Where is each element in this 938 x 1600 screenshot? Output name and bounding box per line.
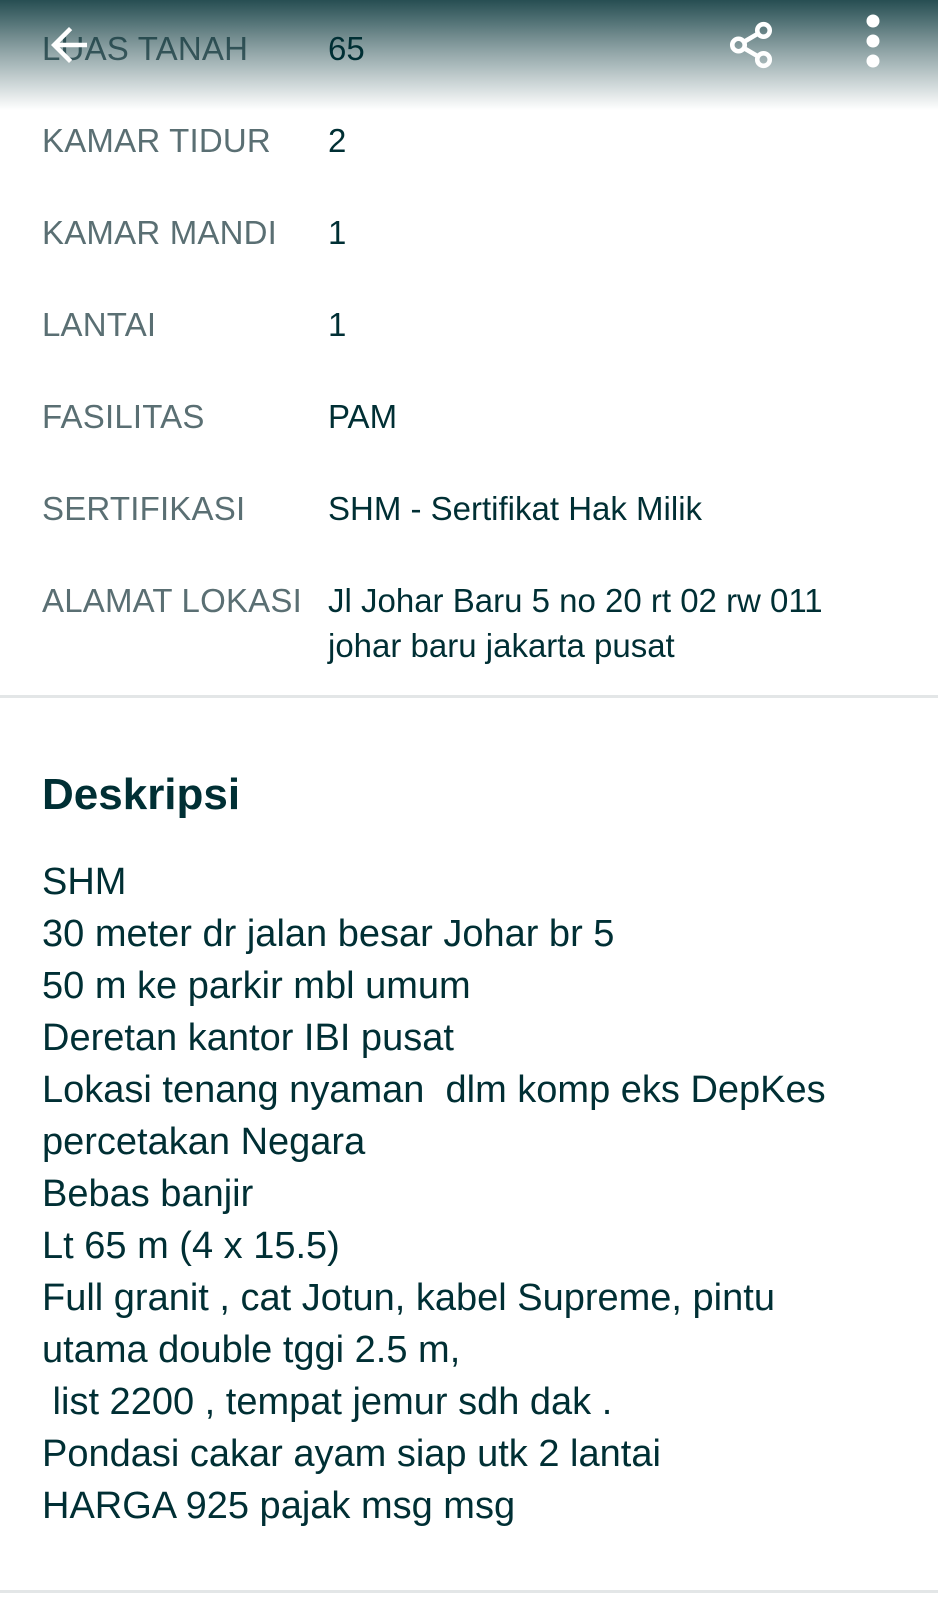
- description-title: Deskripsi: [42, 770, 241, 819]
- arrow-left-icon: [51, 27, 87, 63]
- detail-value: 1: [328, 306, 347, 343]
- description-line: 50 m ke parkir mbl umum: [42, 965, 471, 1007]
- detail-value: SHM - Sertifikat Hak Milik: [328, 490, 703, 527]
- description-line: 30 meter dr jalan besar Johar br 5: [42, 913, 615, 955]
- detail-label: FASILITAS: [42, 398, 205, 435]
- description-body: SHM 30 meter dr jalan besar Johar br 5 5…: [42, 856, 912, 1532]
- description-line: Full granit , cat Jotun, kabel Supreme, …: [42, 1277, 775, 1319]
- detail-label: LANTAI: [42, 306, 157, 343]
- share-button[interactable]: [716, 10, 786, 80]
- more-options-button[interactable]: [838, 6, 908, 76]
- detail-label: ALAMAT LOKASI: [42, 582, 302, 619]
- detail-value: 65: [328, 30, 365, 67]
- share-icon: [729, 21, 773, 69]
- detail-label: KAMAR MANDI: [42, 214, 278, 251]
- description-line: HARGA 925 pajak msg msg: [42, 1485, 516, 1527]
- bottom-divider: [0, 1590, 938, 1593]
- detail-value: PAM: [328, 398, 398, 435]
- detail-value: 1: [328, 214, 347, 251]
- detail-label: KAMAR TIDUR: [42, 122, 271, 159]
- detail-label: SERTIFIKASI: [42, 490, 246, 527]
- description-line: list 2200 , tempat jemur sdh dak .: [42, 1381, 613, 1423]
- section-divider: [0, 695, 938, 698]
- description-line: Pondasi cakar ayam siap utk 2 lantai: [42, 1433, 661, 1475]
- description-line: Bebas banjir: [42, 1173, 254, 1215]
- description-line: Lokasi tenang nyaman dlm komp eks DepKes: [42, 1069, 826, 1111]
- description-line: percetakan Negara: [42, 1121, 366, 1163]
- detail-value: 2: [328, 122, 347, 159]
- description-line: Deretan kantor IBI pusat: [42, 1017, 454, 1059]
- description-line: utama double tggi 2.5 m,: [42, 1329, 461, 1371]
- detail-value: Jl Johar Baru 5 no 20 rt 02 rw 011 johar…: [328, 582, 823, 664]
- description-line: Lt 65 m (4 x 15.5): [42, 1225, 340, 1267]
- description-line: SHM: [42, 861, 127, 903]
- back-button[interactable]: [34, 10, 104, 80]
- more-vertical-icon: [866, 14, 880, 68]
